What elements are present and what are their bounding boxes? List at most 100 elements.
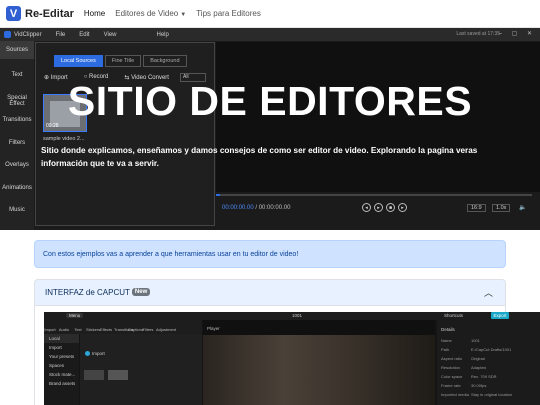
details-key: Imported media <box>441 392 469 397</box>
skip-back-icon: ◂ <box>362 203 371 212</box>
volume-icon: 🔈 <box>519 205 527 211</box>
nav-link-tips[interactable]: Tips para Editores <box>196 9 261 18</box>
editor-nav-animations: Animations <box>2 185 32 191</box>
nav-link-editores-dropdown[interactable]: Editores de Video ▼ <box>115 9 186 18</box>
plus-icon <box>85 351 90 356</box>
editor-menubar: VidClipper File Edit View Help Last save… <box>0 28 540 41</box>
details-row: Color space Rec. 709 SDR <box>437 372 540 381</box>
capcut-import-label: Import <box>92 351 105 356</box>
details-row: Resolution Adapted <box>437 363 540 372</box>
capcut-tool-adjustment: Adjustment <box>156 327 177 332</box>
editor-left-nav: Sources Text Special Effect Transitions … <box>0 41 34 230</box>
details-key: Path <box>441 347 450 352</box>
details-row: Name 1001 <box>437 336 540 345</box>
capcut-side-brand: Brand assets <box>49 381 76 386</box>
stop-icon: ■ <box>386 203 395 212</box>
details-value: Original <box>471 356 485 361</box>
capcut-side-import: Import <box>49 345 62 350</box>
details-value: 30.00fps <box>471 383 487 388</box>
accordion-header-capcut[interactable]: INTERFAZ de CAPCUT New ︿ <box>34 279 506 306</box>
capcut-video-frame <box>203 335 435 405</box>
tab-fine-title: Fine Title <box>104 55 142 67</box>
new-badge: New <box>131 288 151 296</box>
hero-subtitle: Sitio donde explicamos, enseñamos y damo… <box>41 146 478 168</box>
details-key: Name <box>441 338 452 343</box>
details-row: Frame rate 30.00fps <box>437 381 540 390</box>
speed-select: 1.0x <box>492 204 511 212</box>
chevron-up-icon[interactable]: ︿ <box>484 286 493 299</box>
capcut-side-presets: Your presets <box>49 354 75 359</box>
capcut-media-thumb <box>84 370 104 380</box>
editor-menu-file: File <box>55 31 66 38</box>
capcut-tool-text: Text <box>74 327 82 332</box>
capcut-media-panel: Import <box>80 334 202 405</box>
capcut-tool-transitions: Transitions <box>114 327 134 332</box>
nav-link-home[interactable]: Home <box>84 9 105 18</box>
capcut-import: Import <box>85 351 105 356</box>
preview-timecode: 00:00:00.00 / 00:00:00.00 <box>222 205 290 211</box>
capcut-tool-effects: Effects <box>100 327 113 332</box>
capcut-side-spaces: Spaces <box>49 363 65 368</box>
capcut-details-panel: Details Name 1001 Path E:/CapCut Drafts/10… <box>437 320 540 405</box>
logo-letter: V <box>9 7 18 20</box>
capcut-side-stock: Stock mate... <box>49 372 76 377</box>
playback-controls: ◂ ▸ ■ ▸ <box>362 203 410 212</box>
editor-media-tabs: Local Sources Fine Title Background <box>54 55 189 67</box>
top-navbar: V Re-Editar Home Editores de Video ▼ Tips… <box>0 0 540 28</box>
hero-banner: VidClipper File Edit View Help Last save… <box>0 28 540 230</box>
details-row: Imported media Stay in original location <box>437 390 540 399</box>
details-value: Stay in original location <box>471 392 513 397</box>
app-logo-icon <box>4 31 11 38</box>
window-controls-icon: – ▢ ✕ <box>498 31 536 37</box>
capcut-export-button: Export <box>491 312 509 319</box>
capcut-side-local: Local <box>44 334 79 343</box>
editor-nav-filters: Filters <box>8 140 26 146</box>
info-alert: Con estos ejemplos vas a aprender a que … <box>34 240 506 268</box>
editor-nav-overlays: Overlays <box>5 162 29 168</box>
editor-nav-music: Music <box>9 207 25 213</box>
details-row: Path E:/CapCut Drafts/1001 <box>437 345 540 354</box>
preview-progress-track <box>216 194 532 196</box>
editor-app-title: VidClipper <box>4 31 42 38</box>
brand-logo-icon[interactable]: V <box>6 6 21 21</box>
details-key: Resolution <box>441 365 460 370</box>
capcut-tool-import: Import <box>44 327 56 332</box>
thumbnail-caption: sample video 2... <box>43 136 85 142</box>
details-value: Rec. 709 SDR <box>471 374 497 379</box>
capcut-media-thumb <box>108 370 128 380</box>
capcut-screenshot: Menu 1001 Shortcuts Export Import Audio … <box>44 312 540 405</box>
caret-down-icon: ▼ <box>180 12 187 18</box>
nav-link-editores-label: Editores de Video <box>115 9 179 18</box>
timecode-current: 00:00:00.00 <box>222 205 254 211</box>
editor-app-name: VidClipper <box>14 31 42 38</box>
details-key: Frame rate <box>441 383 461 388</box>
capcut-tool-audio: Audio <box>58 327 70 332</box>
capcut-topbar: Menu 1001 Shortcuts Export <box>44 312 540 320</box>
hero-title: SITIO DE EDITORES <box>67 78 473 124</box>
brand-name[interactable]: Re-Editar <box>25 8 74 20</box>
details-row: Aspect ratio Original <box>437 354 540 363</box>
capcut-player-label: Player <box>207 326 220 331</box>
editor-saved-status: Last saved at 17:35 <box>456 31 500 37</box>
editor-media-panel: Local Sources Fine Title Background ⊕ Im… <box>35 42 215 226</box>
capcut-menu: Menu <box>66 313 84 318</box>
details-value: Adapted <box>471 365 486 370</box>
capcut-toolbar: Import Audio Text Stickers Effects Trans… <box>44 320 202 334</box>
details-value: E:/CapCut Drafts/1001 <box>471 347 512 352</box>
details-key: Aspect ratio <box>441 356 463 361</box>
capcut-tool-captions: Captions <box>128 327 144 332</box>
editor-menu-edit: Edit <box>79 31 90 38</box>
preview-progress-fill <box>216 194 220 196</box>
capcut-details-title: Details <box>441 327 455 332</box>
editor-nav-sources: Sources <box>0 41 34 59</box>
play-icon: ▸ <box>374 203 383 212</box>
capcut-tool-stickers: Stickers <box>86 327 101 332</box>
details-value: 1001 <box>471 338 480 343</box>
accordion-title: INTERFAZ de CAPCUT <box>45 288 130 297</box>
editor-menu-help: Help <box>156 31 169 38</box>
capcut-project-title: 1001 <box>292 313 303 318</box>
capcut-shortcuts: Shortcuts <box>444 313 464 318</box>
editor-menu-view: View <box>103 31 117 38</box>
capcut-tool-filters: Filters <box>142 327 154 332</box>
timecode-total: / 00:00:00.00 <box>255 205 291 211</box>
